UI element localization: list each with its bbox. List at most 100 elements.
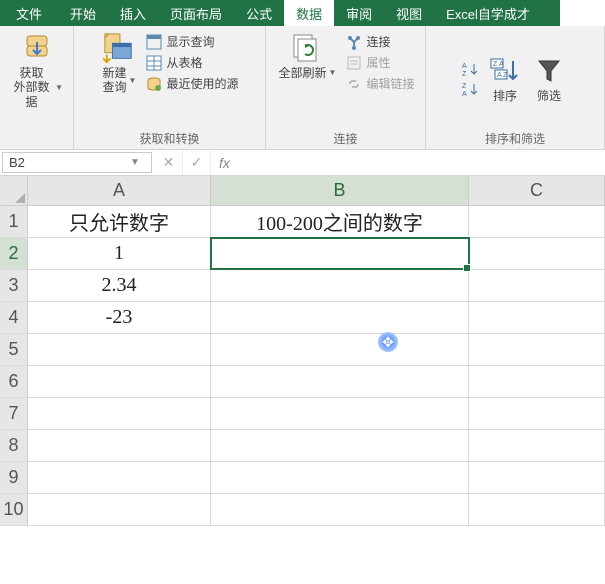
connections-icon: [346, 34, 362, 50]
cell-B10[interactable]: [211, 494, 469, 525]
edit-links-button: 编辑链接: [344, 74, 416, 93]
worksheet: A B C 1 只允许数字 100-200之间的数字 2 1 3 2.34 4 …: [0, 176, 605, 526]
row-header-3[interactable]: 3: [0, 270, 28, 301]
row-7: 7: [0, 398, 605, 430]
formula-input[interactable]: [238, 150, 605, 175]
tab-insert[interactable]: 插入: [108, 0, 158, 26]
new-query-icon: [103, 32, 135, 64]
cell-C2[interactable]: [469, 238, 605, 269]
sort-desc-button[interactable]: ZA: [461, 80, 481, 98]
column-header-A[interactable]: A: [28, 176, 211, 205]
row-header-1[interactable]: 1: [0, 206, 28, 237]
row-header-2[interactable]: 2: [0, 238, 28, 269]
tab-view[interactable]: 视图: [384, 0, 434, 26]
cell-C6[interactable]: [469, 366, 605, 397]
name-box[interactable]: ▼: [2, 152, 152, 173]
recent-sources-button[interactable]: 最近使用的源: [144, 74, 240, 93]
sort-asc-button[interactable]: AZ: [461, 60, 481, 78]
tab-review[interactable]: 审阅: [334, 0, 384, 26]
cell-A1[interactable]: 只允许数字: [28, 206, 211, 237]
row-10: 10: [0, 494, 605, 526]
recent-sources-icon: [146, 76, 162, 92]
cell-B2[interactable]: [211, 238, 469, 269]
row-9: 9: [0, 462, 605, 494]
get-external-data-button[interactable]: 获取 外部数据▼: [6, 30, 67, 111]
row-header-6[interactable]: 6: [0, 366, 28, 397]
tab-data[interactable]: 数据: [284, 0, 334, 26]
get-external-label: 获取 外部数据: [10, 66, 53, 109]
cell-C3[interactable]: [469, 270, 605, 301]
svg-text:Z: Z: [462, 83, 467, 90]
sort-asc-desc: AZ ZA: [461, 60, 481, 98]
cell-B4[interactable]: [211, 302, 469, 333]
cell-B7[interactable]: [211, 398, 469, 429]
row-header-4[interactable]: 4: [0, 302, 28, 333]
connection-options: 连接 属性 编辑链接: [344, 30, 416, 93]
group-get-external: 获取 外部数据▼: [0, 26, 74, 149]
cell-C5[interactable]: [469, 334, 605, 365]
row-header-9[interactable]: 9: [0, 462, 28, 493]
formula-bar: ▼ ✕ ✓ fx: [0, 150, 605, 176]
cancel-formula-button: ✕: [155, 151, 183, 175]
column-header-B[interactable]: B: [211, 176, 469, 205]
row-header-7[interactable]: 7: [0, 398, 28, 429]
cell-B9[interactable]: [211, 462, 469, 493]
cell-C8[interactable]: [469, 430, 605, 461]
tab-file[interactable]: 文件: [0, 0, 58, 26]
row-3: 3 2.34: [0, 270, 605, 302]
cell-B5[interactable]: [211, 334, 469, 365]
cell-C9[interactable]: [469, 462, 605, 493]
name-box-dropdown[interactable]: ▼: [123, 157, 147, 168]
cell-A5[interactable]: [28, 334, 211, 365]
column-header-C[interactable]: C: [469, 176, 605, 205]
row-header-5[interactable]: 5: [0, 334, 28, 365]
cell-A8[interactable]: [28, 430, 211, 461]
cell-C1[interactable]: [469, 206, 605, 237]
cell-A7[interactable]: [28, 398, 211, 429]
select-all-button[interactable]: [0, 176, 28, 205]
cell-A6[interactable]: [28, 366, 211, 397]
row-2: 2 1: [0, 238, 605, 270]
row-header-10[interactable]: 10: [0, 494, 28, 525]
cell-C10[interactable]: [469, 494, 605, 525]
cell-B1[interactable]: 100-200之间的数字: [211, 206, 469, 237]
cell-B6[interactable]: [211, 366, 469, 397]
cell-A9[interactable]: [28, 462, 211, 493]
cell-B8[interactable]: [211, 430, 469, 461]
tab-layout[interactable]: 页面布局: [158, 0, 234, 26]
name-box-input[interactable]: [3, 155, 123, 170]
cell-A3[interactable]: 2.34: [28, 270, 211, 301]
row-8: 8: [0, 430, 605, 462]
cell-A10[interactable]: [28, 494, 211, 525]
row-1: 1 只允许数字 100-200之间的数字: [0, 206, 605, 238]
cell-B3[interactable]: [211, 270, 469, 301]
tab-formulas[interactable]: 公式: [234, 0, 284, 26]
group-get-transform-label: 获取和转换: [139, 128, 199, 147]
cell-C7[interactable]: [469, 398, 605, 429]
cell-C4[interactable]: [469, 302, 605, 333]
cell-A2[interactable]: 1: [28, 238, 211, 269]
tab-home[interactable]: 开始: [58, 0, 108, 26]
from-table-button[interactable]: 从表格: [144, 53, 240, 72]
new-query-button[interactable]: 新建 查询▼: [99, 30, 141, 97]
filter-icon: [533, 55, 565, 87]
chevron-down-icon: ▼: [129, 76, 137, 86]
svg-text:Z: Z: [503, 72, 508, 79]
database-import-icon: [21, 32, 53, 64]
refresh-all-button[interactable]: 全部刷新▼: [275, 30, 341, 82]
group-get-transform: 新建 查询▼ 显示查询 从表格 最近使用的源 获取和转换: [74, 26, 266, 149]
tab-addin[interactable]: Excel自学成才: [434, 0, 560, 26]
column-headers: A B C: [0, 176, 605, 206]
accept-formula-button: ✓: [183, 151, 211, 175]
refresh-all-label: 全部刷新: [279, 66, 327, 80]
cell-A4[interactable]: -23: [28, 302, 211, 333]
row-6: 6: [0, 366, 605, 398]
recent-sources-label: 最近使用的源: [166, 75, 238, 92]
connections-button[interactable]: 连接: [344, 32, 416, 51]
sort-button[interactable]: ZAAZ 排序: [485, 53, 525, 105]
filter-button[interactable]: 筛选: [529, 53, 569, 105]
show-queries-button[interactable]: 显示查询: [144, 32, 240, 51]
row-header-8[interactable]: 8: [0, 430, 28, 461]
properties-label: 属性: [366, 54, 390, 71]
insert-function-button[interactable]: fx: [211, 155, 238, 171]
